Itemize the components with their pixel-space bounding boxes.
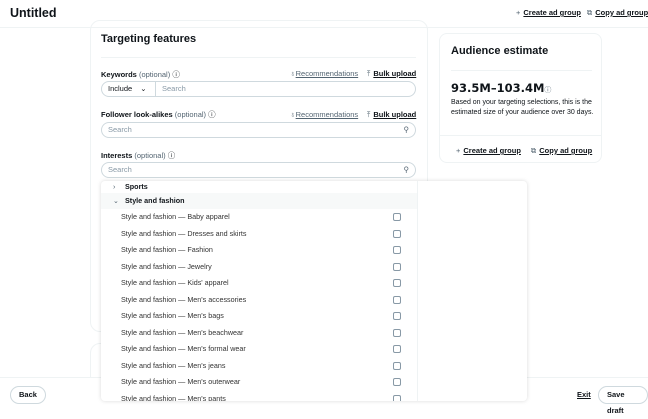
create-ad-group-link[interactable]: + Create ad group: [456, 146, 521, 156]
upload-icon: ⤒: [367, 110, 371, 119]
lookalikes-bulk-upload[interactable]: ⤒ Bulk upload: [367, 110, 416, 120]
interests-dropdown: › Sports ⌄ Style and fashion Style and fas…: [101, 181, 527, 401]
interest-option[interactable]: Style and fashion — Men's bags: [101, 308, 417, 325]
save-draft-button[interactable]: Save draft: [598, 386, 648, 415]
option-label: Style and fashion — Jewelry: [121, 261, 212, 271]
placeholder: Search: [162, 84, 186, 93]
keywords-bulk-upload[interactable]: ⤒ Bulk upload: [367, 69, 416, 79]
lookalikes-recommendations[interactable]: ♁Recommendations: [290, 110, 358, 119]
plus-icon: +: [516, 8, 521, 17]
label-text: Keywords: [101, 70, 137, 79]
category-sports[interactable]: › Sports: [101, 181, 417, 193]
divider: [101, 57, 416, 58]
audience-description: Based on your targeting selections, this…: [451, 99, 594, 116]
category-style-and-fashion[interactable]: ⌄ Style and fashion: [101, 192, 417, 209]
interest-option[interactable]: Style and fashion — Men's formal wear: [101, 341, 417, 358]
keywords-label: Keywords (optional) ⓘ: [101, 69, 180, 80]
back-button[interactable]: Back: [10, 386, 46, 404]
option-label: Style and fashion — Men's accessories: [121, 294, 247, 304]
interest-option[interactable]: Style and fashion — Men's accessories: [101, 292, 417, 309]
match-type-select[interactable]: Include ⌄: [102, 82, 156, 96]
divider: [451, 70, 592, 71]
info-icon[interactable]: ⓘ: [168, 151, 176, 160]
lookalikes-search-input[interactable]: Search ⚲: [101, 122, 416, 138]
interest-option[interactable]: Style and fashion — Men's outerwear: [101, 374, 417, 391]
interest-option[interactable]: Style and fashion — Kids' apparel: [101, 275, 417, 292]
search-icon: ⚲: [403, 125, 410, 134]
search-icon: ⚲: [403, 165, 410, 174]
checkbox[interactable]: [393, 295, 401, 304]
option-label: Style and fashion — Dresses and skirts: [121, 228, 247, 238]
category-label: Style and fashion: [125, 195, 185, 205]
option-label: Style and fashion — Kids' apparel: [121, 278, 229, 287]
interest-option[interactable]: Style and fashion — Dresses and skirts: [101, 226, 417, 243]
category-label: Sports: [125, 182, 148, 191]
divider: [440, 135, 601, 136]
checkbox[interactable]: [393, 279, 401, 287]
checkbox[interactable]: [393, 246, 401, 254]
option-label: Style and fashion — Men's pants: [121, 393, 226, 402]
label-text: Follower look-alikes: [101, 110, 173, 119]
optional-text: (optional): [138, 70, 171, 79]
create-ad-group-link[interactable]: + Create ad group: [516, 8, 581, 18]
interest-option[interactable]: Style and fashion — Men's beachwear: [101, 325, 417, 342]
chevron-down-icon: ⌄: [140, 84, 147, 93]
divider: [417, 181, 418, 401]
page-title: Untitled: [10, 6, 57, 20]
audience-estimate-card: Audience estimate 93.5M–103.4Mⓘ Based on…: [439, 33, 602, 163]
interests-search-input[interactable]: Search ⚲: [101, 162, 416, 178]
interest-option[interactable]: Style and fashion — Men's jeans: [101, 358, 417, 375]
plus-icon: +: [456, 146, 461, 155]
interest-option[interactable]: Style and fashion — Jewelry: [101, 259, 417, 276]
placeholder: Search: [108, 165, 132, 174]
placeholder: Search: [108, 125, 132, 134]
keywords-input[interactable]: Include ⌄ Search: [101, 81, 416, 97]
audience-title: Audience estimate: [451, 45, 549, 57]
checkbox[interactable]: [393, 213, 401, 221]
option-label: Style and fashion — Baby apparel: [121, 212, 230, 221]
info-icon[interactable]: ⓘ: [544, 86, 551, 94]
interest-option[interactable]: Style and fashion — Fashion: [101, 242, 417, 259]
interest-option[interactable]: Style and fashion — Baby apparel: [101, 209, 417, 226]
keywords-recommendations[interactable]: ♁Recommendations: [290, 69, 358, 78]
optional-text: (optional): [134, 151, 166, 160]
range-value: 93.5M–103.4M: [451, 81, 545, 95]
info-icon[interactable]: ⓘ: [208, 110, 216, 119]
checkbox[interactable]: [393, 229, 401, 238]
upload-icon: ⤒: [367, 69, 371, 78]
targeting-title: Targeting features: [101, 33, 197, 45]
copy-ad-group-link[interactable]: ⧉ Copy ad group: [587, 8, 648, 18]
option-label: Style and fashion — Men's formal wear: [121, 344, 246, 353]
option-label: Style and fashion — Fashion: [121, 245, 213, 254]
chevron-right-icon: ›: [113, 182, 116, 191]
exit-link[interactable]: Exit: [577, 390, 591, 399]
copy-icon: ⧉: [586, 8, 593, 17]
option-label: Style and fashion — Men's outerwear: [121, 377, 241, 386]
checkbox[interactable]: [393, 328, 401, 337]
interest-option[interactable]: Style and fashion — Men's pants: [101, 391, 417, 402]
checkbox[interactable]: [393, 394, 401, 401]
copy-ad-group-link[interactable]: ⧉ Copy ad group: [531, 146, 592, 156]
checkbox[interactable]: [393, 361, 401, 370]
option-label: Style and fashion — Men's beachwear: [121, 327, 244, 337]
info-icon[interactable]: ⓘ: [172, 70, 180, 79]
audience-range: 93.5M–103.4Mⓘ: [451, 81, 551, 95]
checkbox[interactable]: [393, 262, 401, 271]
chevron-down-icon: ⌄: [113, 195, 120, 205]
interests-label: Interests (optional) ⓘ: [101, 150, 175, 161]
option-label: Style and fashion — Men's bags: [121, 311, 224, 320]
option-label: Style and fashion — Men's jeans: [121, 360, 226, 370]
optional-text: (optional): [174, 110, 207, 119]
label-text: Interests: [101, 151, 133, 160]
copy-icon: ⧉: [530, 146, 537, 155]
checkbox[interactable]: [393, 312, 401, 320]
checkbox[interactable]: [393, 345, 401, 353]
lookalikes-label: Follower look-alikes (optional) ⓘ: [101, 109, 216, 120]
checkbox[interactable]: [393, 378, 401, 386]
